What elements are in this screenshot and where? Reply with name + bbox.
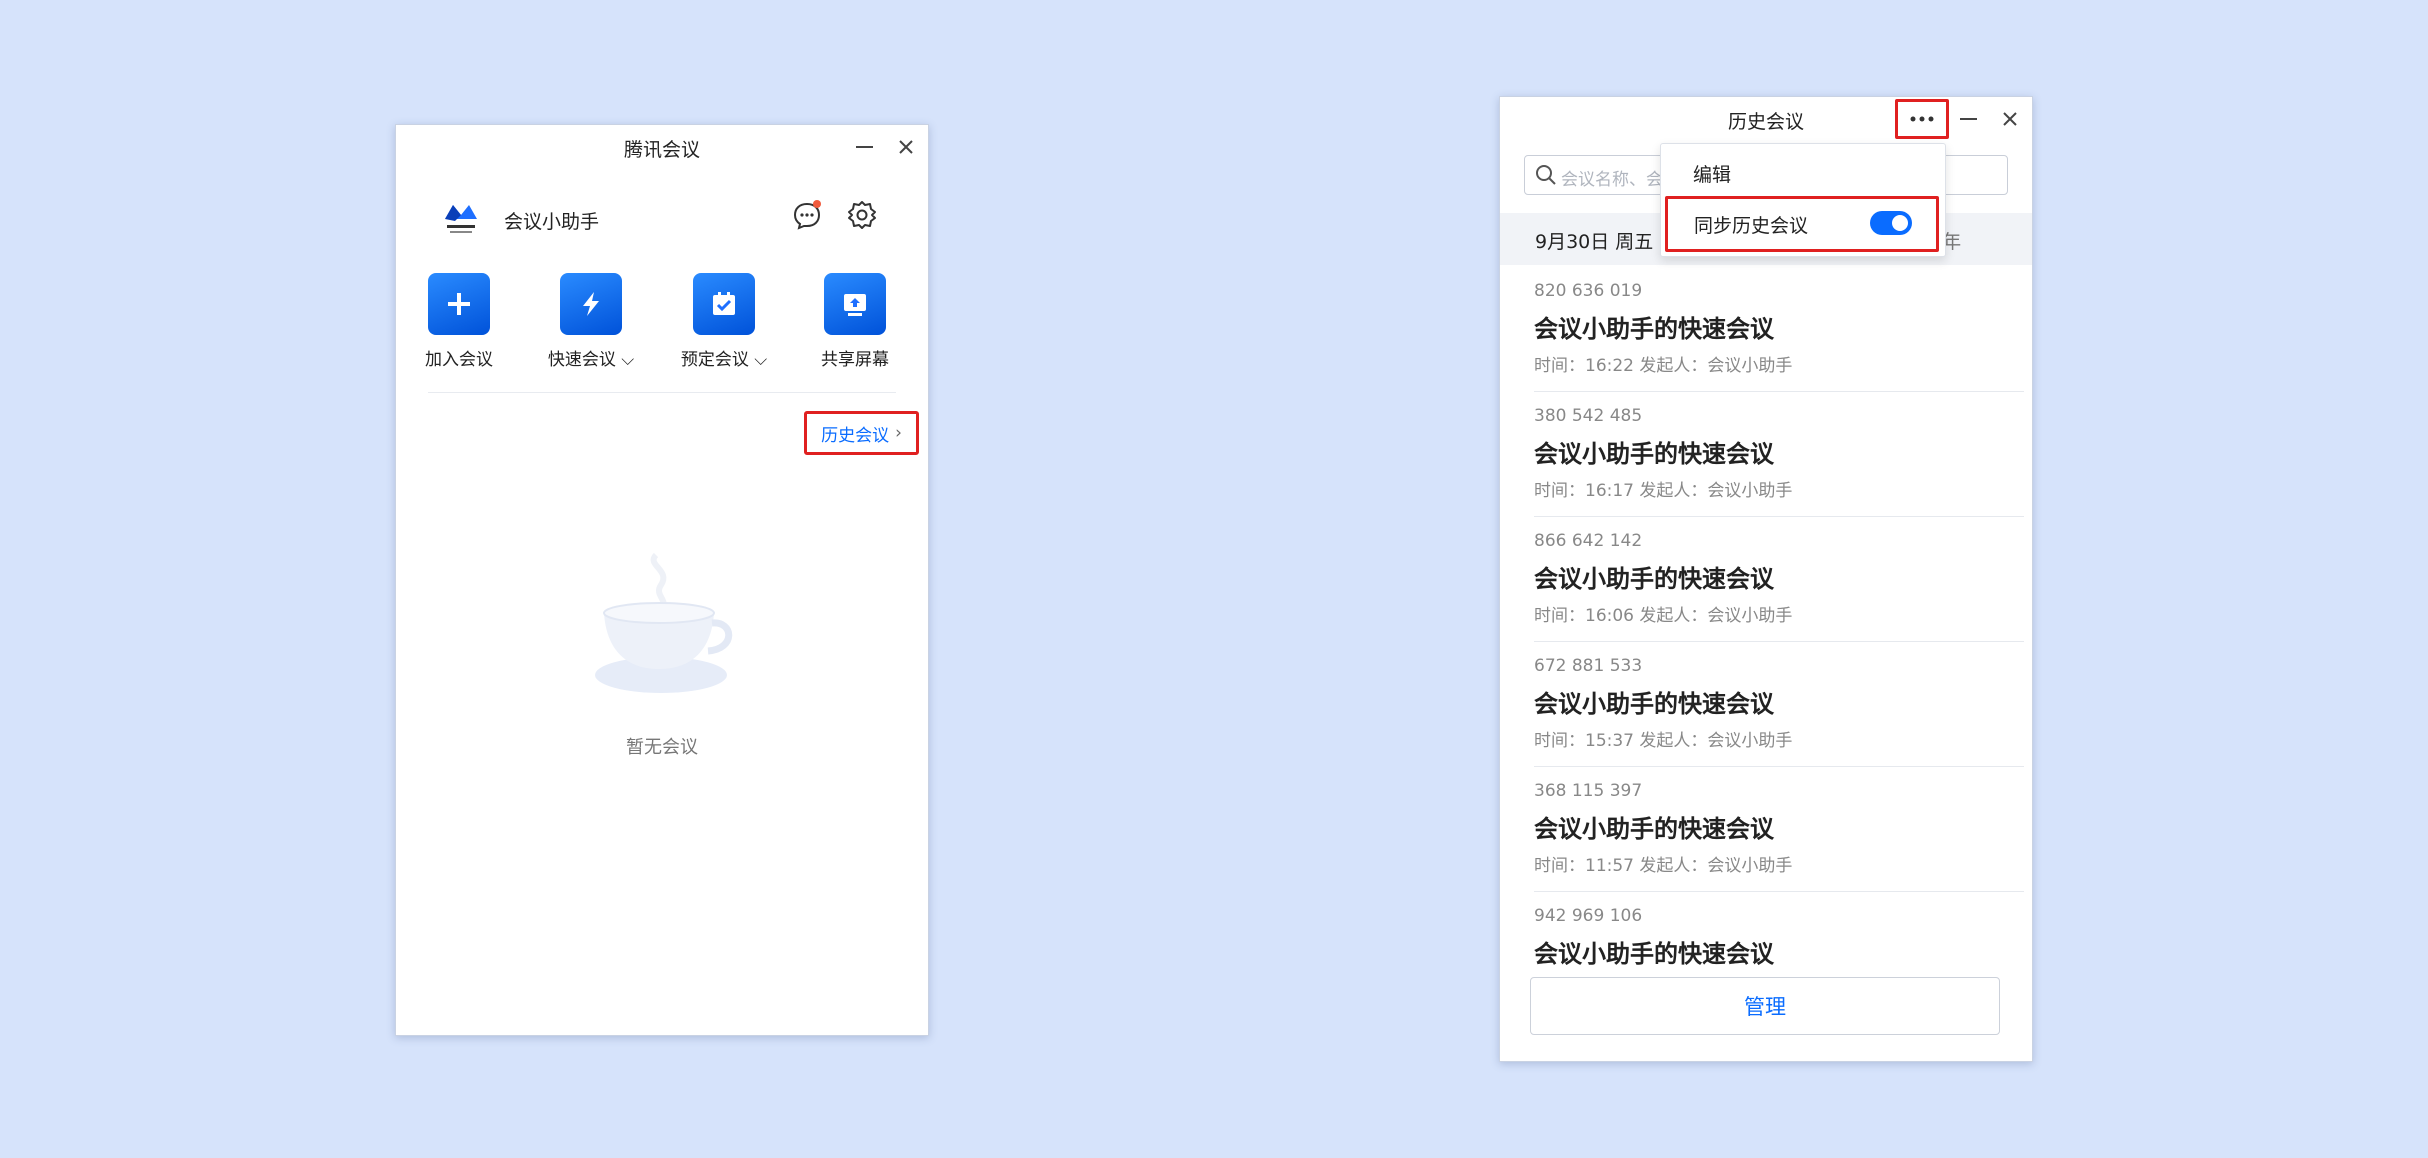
schedule-meeting-label: 预定会议	[680, 350, 749, 370]
meeting-item[interactable]: 866 642 142 会议小助手的快速会议 时间：16:06 发起人：会议小助…	[1534, 517, 2024, 642]
meeting-item[interactable]: 820 636 019 会议小助手的快速会议 时间：16:22 发起人：会议小助…	[1534, 267, 2024, 392]
history-meetings-link[interactable]: 历史会议 ›	[804, 411, 919, 455]
meeting-meta: 时间：16:06 发起人：会议小助手	[1534, 606, 1793, 626]
history-meetings-label: 历史会议	[821, 425, 890, 446]
message-icon	[793, 200, 821, 230]
meeting-id: 672 881 533	[1534, 656, 1643, 676]
meeting-title: 会议小助手的快速会议	[1534, 815, 1774, 843]
minimize-icon	[1959, 118, 1977, 120]
action-bar: 加入会议 快速会议 ⌵ 预定会议 ⌵ 共享屏幕	[396, 273, 928, 383]
minimize-button[interactable]	[848, 131, 880, 163]
user-name: 会议小助手	[504, 211, 600, 233]
toggle-knob	[1892, 215, 1908, 231]
meeting-meta: 时间：16:22 发起人：会议小助手	[1534, 356, 1793, 376]
meeting-meta: 时间：15:37 发起人：会议小助手	[1534, 731, 1793, 751]
share-screen-button[interactable]: 共享屏幕	[800, 273, 910, 370]
minimize-button[interactable]	[1952, 103, 1984, 135]
meeting-id: 942 969 106	[1534, 906, 1643, 926]
main-window: 腾讯会议 会议小助手 加入会议 快速会议 ⌵ 预定会议 ⌵ 共享屏幕 历史会议 …	[395, 124, 929, 1036]
more-options-menu: 编辑 同步历史会议	[1660, 143, 1946, 257]
search-icon	[1536, 165, 1556, 185]
quick-meeting-label: 快速会议	[547, 350, 616, 370]
calendar-check-icon	[693, 273, 755, 335]
plus-icon	[428, 273, 490, 335]
empty-coffee-cup-icon	[595, 552, 733, 693]
meeting-title: 会议小助手的快速会议	[1534, 690, 1774, 718]
more-options-button[interactable]	[1895, 99, 1949, 139]
meeting-title: 会议小助手的快速会议	[1534, 315, 1774, 343]
manage-button[interactable]: 管理	[1530, 977, 2000, 1035]
schedule-meeting-button[interactable]: 预定会议 ⌵	[669, 273, 779, 370]
meeting-title: 会议小助手的快速会议	[1534, 440, 1774, 468]
title-bar: 历史会议	[1500, 97, 2032, 141]
lightning-icon	[560, 273, 622, 335]
close-icon	[899, 140, 913, 154]
more-dots-icon	[1910, 116, 1934, 122]
meeting-title: 会议小助手的快速会议	[1534, 940, 1774, 968]
meeting-id: 380 542 485	[1534, 406, 1643, 426]
meeting-id: 866 642 142	[1534, 531, 1643, 551]
chevron-right-icon: ›	[895, 423, 902, 443]
meeting-id: 820 636 019	[1534, 281, 1643, 301]
footer: 管理	[1500, 965, 2032, 1061]
settings-button[interactable]	[844, 197, 880, 233]
chevron-down-icon[interactable]: ⌵	[754, 350, 767, 370]
meeting-meta: 时间：16:17 发起人：会议小助手	[1534, 481, 1793, 501]
manage-label: 管理	[1744, 995, 1786, 1019]
date-label: 9月30日 周五	[1535, 231, 1654, 253]
meeting-item[interactable]: 672 881 533 会议小助手的快速会议 时间：15:37 发起人：会议小助…	[1534, 642, 2024, 767]
user-row: 会议小助手	[396, 189, 928, 249]
title-bar: 腾讯会议	[396, 125, 928, 169]
divider	[428, 392, 896, 393]
quick-meeting-button[interactable]: 快速会议 ⌵	[536, 273, 646, 370]
tencent-meeting-logo	[445, 205, 477, 233]
sync-history-toggle[interactable]	[1870, 211, 1912, 235]
menu-item-edit[interactable]: 编辑	[1693, 160, 1731, 187]
close-button[interactable]	[890, 131, 922, 163]
close-button[interactable]	[1994, 103, 2026, 135]
meeting-item[interactable]: 368 115 397 会议小助手的快速会议 时间：11:57 发起人：会议小助…	[1534, 767, 2024, 892]
meeting-id: 368 115 397	[1534, 781, 1643, 801]
meeting-meta: 时间：11:57 发起人：会议小助手	[1534, 856, 1793, 876]
sync-history-label: 同步历史会议	[1694, 215, 1809, 237]
history-window: 历史会议 会议名称、会 9月30日 周五 22年 820 636 019 会议小…	[1499, 96, 2033, 1062]
chevron-down-icon[interactable]: ⌵	[621, 350, 634, 370]
gear-icon	[848, 201, 876, 229]
share-screen-icon	[824, 273, 886, 335]
menu-item-sync-history[interactable]: 同步历史会议	[1665, 196, 1939, 252]
search-placeholder: 会议名称、会	[1561, 170, 1663, 190]
meeting-title: 会议小助手的快速会议	[1534, 565, 1774, 593]
minimize-icon	[855, 146, 873, 148]
empty-state-text: 暂无会议	[626, 737, 698, 758]
join-meeting-button[interactable]: 加入会议	[404, 273, 514, 370]
message-button[interactable]	[789, 197, 825, 233]
join-meeting-label: 加入会议	[425, 350, 493, 370]
meeting-list[interactable]: 820 636 019 会议小助手的快速会议 时间：16:22 发起人：会议小助…	[1500, 267, 2032, 1051]
close-icon	[2003, 112, 2017, 126]
meeting-item[interactable]: 380 542 485 会议小助手的快速会议 时间：16:17 发起人：会议小助…	[1534, 392, 2024, 517]
share-screen-label: 共享屏幕	[821, 350, 889, 370]
